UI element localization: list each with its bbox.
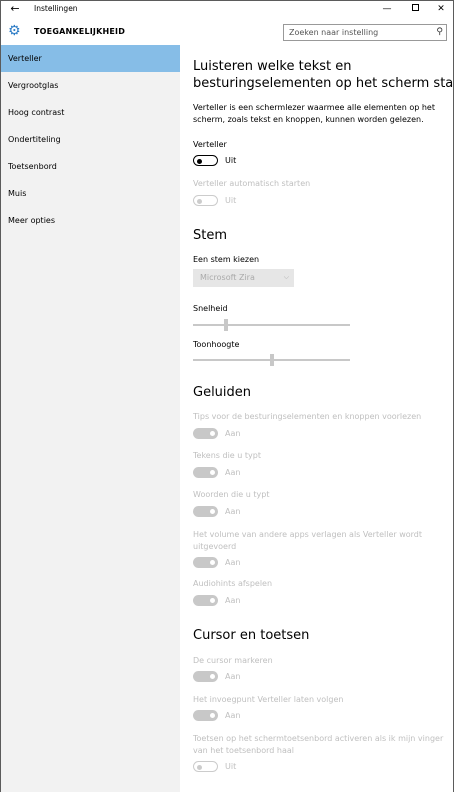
invoegpunt-toggle[interactable] — [193, 710, 218, 721]
woorden-state: Aan — [225, 507, 241, 516]
woorden-toggle[interactable] — [193, 506, 218, 517]
page-header: ⚙ TOEGANKELIJKHEID Zoeken naar instellin… — [1, 18, 453, 45]
sidebar-item-muis[interactable]: Muis — [1, 180, 180, 207]
tekens-state: Aan — [225, 468, 241, 477]
slider-track — [193, 324, 350, 326]
search-placeholder: Zoeken naar instelling — [289, 28, 379, 37]
speed-label: Snelheid — [193, 304, 228, 313]
volume-toggle[interactable] — [193, 557, 218, 568]
sidebar-item-hoog-contrast[interactable]: Hoog contrast — [1, 99, 180, 126]
toetsen-activeren-state: Uit — [225, 762, 237, 771]
close-button[interactable]: ✕ — [428, 1, 454, 18]
toetsen-activeren-label-line-1: Toetsen op het schermtoetsenbord activer… — [193, 734, 444, 743]
auto-start-toggle[interactable] — [193, 195, 218, 206]
invoegpunt-state: Aan — [225, 711, 241, 720]
invoegpunt-label: Het invoegpunt Verteller laten volgen — [193, 695, 344, 704]
toggle-knob — [210, 431, 215, 436]
slider-thumb[interactable] — [270, 354, 274, 366]
page-title: TOEGANKELIJKHEID — [34, 27, 126, 36]
woorden-label: Woorden die u typt — [193, 490, 270, 499]
sidebar-item-verteller[interactable]: Verteller — [1, 45, 180, 72]
sidebar: Verteller Vergrootglas Hoog contrast Ond… — [1, 45, 180, 792]
maximize-icon — [411, 4, 419, 11]
title-bar: ← Instellingen — ✕ — [1, 1, 453, 18]
pitch-slider[interactable] — [193, 354, 350, 366]
toggle-knob — [197, 158, 202, 164]
toggle-knob — [210, 598, 215, 603]
auto-start-label: Verteller automatisch starten — [193, 179, 311, 188]
toetsen-activeren-toggle[interactable] — [193, 761, 218, 772]
volume-label-line-2: uitgevoerd — [193, 542, 237, 551]
slider-thumb[interactable] — [224, 319, 228, 331]
toggle-knob — [197, 198, 202, 204]
sidebar-item-vergrootglas[interactable]: Vergrootglas — [1, 72, 180, 99]
window-title: Instellingen — [34, 4, 78, 13]
audiohints-label: Audiohints afspelen — [193, 579, 273, 588]
speed-slider[interactable] — [193, 319, 350, 331]
toggle-knob — [210, 560, 215, 565]
page-heading-line-2: besturingselementen op het scherm staan — [193, 76, 454, 91]
toggle-knob — [210, 674, 215, 679]
volume-state: Aan — [225, 558, 241, 567]
toggle-knob — [210, 713, 215, 718]
volume-label-line-1: Het volume van andere apps verlagen als … — [193, 530, 423, 539]
tips-state: Aan — [225, 429, 241, 438]
arrow-left-icon[interactable]: ← — [8, 2, 22, 16]
verteller-toggle[interactable] — [193, 155, 218, 166]
page-heading-line-1: Luisteren welke tekst en — [193, 59, 352, 74]
voice-select-value: Microsoft Zira — [200, 273, 255, 282]
search-icon[interactable]: ⚲ — [436, 27, 443, 38]
cursor-markeren-label: De cursor markeren — [193, 656, 273, 665]
verteller-label: Verteller — [193, 140, 227, 149]
verteller-state: Uit — [225, 156, 237, 165]
intro-text-line-1: Verteller is een schermlezer waarmee all… — [193, 103, 435, 112]
toggle-knob — [197, 764, 202, 770]
voice-select[interactable]: Microsoft Zira ⌵ — [193, 269, 294, 287]
voice-label: Een stem kiezen — [193, 255, 260, 264]
tekens-toggle[interactable] — [193, 467, 218, 478]
intro-text-line-2: scherm, zoals tekst en knoppen, kunnen w… — [193, 115, 424, 124]
toggle-knob — [210, 509, 215, 514]
geluiden-heading: Geluiden — [193, 385, 252, 400]
audiohints-state: Aan — [225, 596, 241, 605]
tips-toggle[interactable] — [193, 428, 218, 439]
cursor-heading: Cursor en toetsen — [193, 628, 310, 643]
auto-start-state: Uit — [225, 196, 237, 205]
search-input[interactable]: Zoeken naar instelling ⚲ — [283, 24, 447, 41]
tips-label: Tips voor de besturingselementen en knop… — [193, 412, 422, 421]
settings-window: ← Instellingen — ✕ ⚙ TOEGANKELIJKHEID Zo… — [0, 0, 454, 792]
minimize-button[interactable]: — — [374, 1, 400, 18]
sidebar-item-ondertiteling[interactable]: Ondertiteling — [1, 126, 180, 153]
main-content: Luisteren welke tekst en besturingseleme… — [180, 45, 454, 792]
tekens-label: Tekens die u typt — [193, 451, 261, 460]
sidebar-item-toetsenbord[interactable]: Toetsenbord — [1, 153, 180, 180]
gear-icon: ⚙ — [8, 23, 21, 39]
audiohints-toggle[interactable] — [193, 595, 218, 606]
pitch-label: Toonhoogte — [193, 340, 240, 349]
cursor-markeren-state: Aan — [225, 672, 241, 681]
maximize-button[interactable] — [402, 1, 428, 18]
sidebar-item-meer-opties[interactable]: Meer opties — [1, 207, 180, 234]
toetsen-activeren-label-line-2: van het toetsenbord haal — [193, 746, 295, 755]
cursor-markeren-toggle[interactable] — [193, 671, 218, 682]
stem-heading: Stem — [193, 228, 228, 243]
chevron-down-icon: ⌵ — [283, 273, 289, 281]
toggle-knob — [210, 470, 215, 475]
